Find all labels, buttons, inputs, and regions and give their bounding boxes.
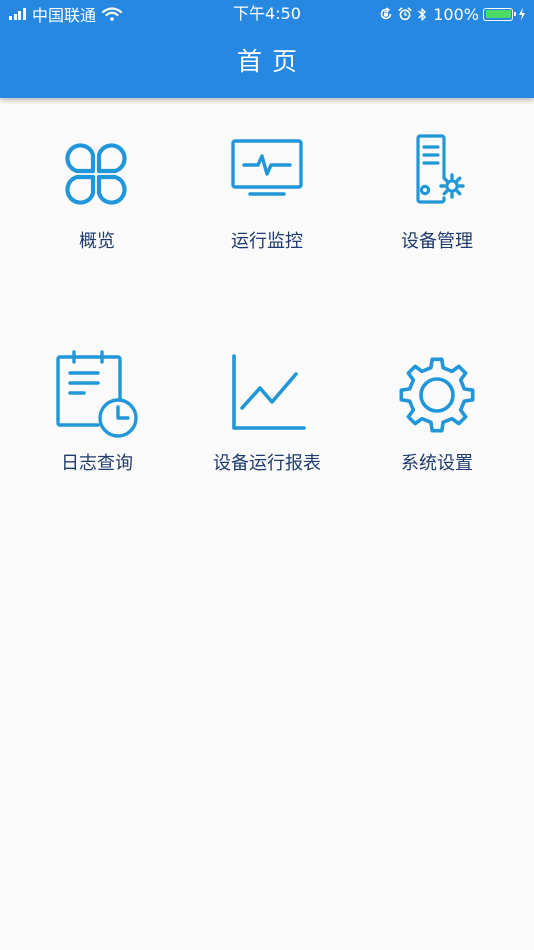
menu-item-system-settings[interactable]: 系统设置 bbox=[348, 320, 526, 542]
log-clock-icon bbox=[56, 350, 138, 438]
monitor-pulse-icon bbox=[231, 139, 303, 196]
menu-item-label: 概览 bbox=[79, 231, 115, 252]
battery-icon bbox=[483, 7, 516, 21]
menu-item-monitoring[interactable]: 运行监控 bbox=[178, 98, 356, 320]
battery-cap bbox=[514, 11, 516, 16]
clover-icon bbox=[65, 143, 127, 205]
menu-item-overview[interactable]: 概览 bbox=[8, 98, 186, 320]
menu-item-label: 运行监控 bbox=[231, 231, 303, 252]
menu-item-device-management[interactable]: 设备管理 bbox=[348, 98, 526, 320]
charging-icon bbox=[519, 7, 525, 21]
server-gear-icon bbox=[416, 134, 465, 204]
menu-item-label: 设备管理 bbox=[401, 231, 473, 252]
battery-percent: 100% bbox=[433, 4, 479, 24]
menu-item-label: 日志查询 bbox=[61, 453, 133, 474]
status-bar: 中国联通 下午4:50 100% bbox=[0, 0, 534, 28]
menu-item-label: 系统设置 bbox=[401, 453, 473, 474]
orientation-lock-icon bbox=[380, 7, 392, 20]
menu-item-label: 设备运行报表 bbox=[213, 453, 321, 474]
alarm-icon bbox=[398, 7, 412, 21]
app-header: 中国联通 下午4:50 100% 首页 bbox=[0, 0, 534, 98]
line-chart-icon bbox=[232, 354, 306, 430]
settings-gear-icon bbox=[399, 357, 475, 433]
bluetooth-icon bbox=[418, 7, 426, 21]
page-title: 首页 bbox=[236, 47, 307, 76]
battery-level bbox=[485, 10, 511, 18]
menu-item-log-query[interactable]: 日志查询 bbox=[8, 320, 186, 542]
status-right: 100% bbox=[374, 4, 526, 24]
menu-item-device-report[interactable]: 设备运行报表 bbox=[178, 320, 356, 542]
